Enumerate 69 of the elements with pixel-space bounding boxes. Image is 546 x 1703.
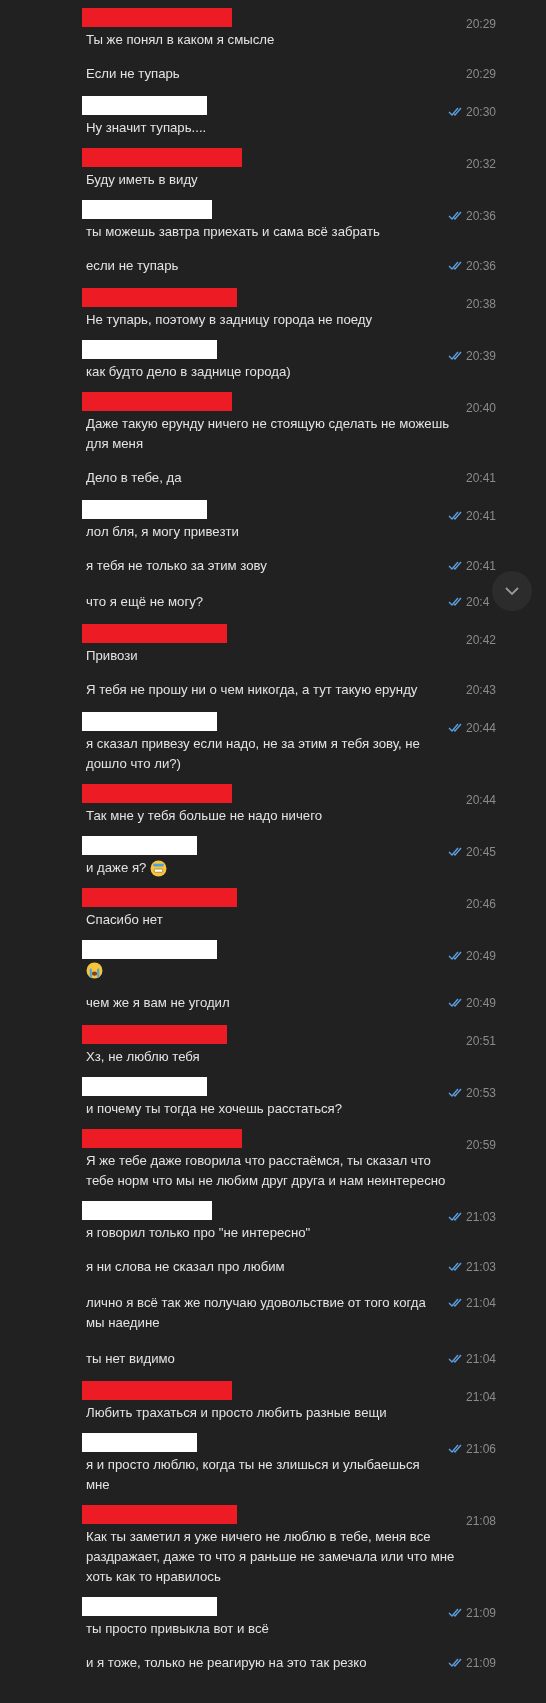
message-time: 20:59 (466, 1137, 496, 1153)
message-text: Ну значит тупарь.... (86, 119, 207, 137)
message-time: 20:46 (466, 896, 496, 912)
message-text: Не тупарь, поэтому в задницу города не поеду (86, 311, 373, 329)
message-time: 20:32 (466, 156, 496, 172)
message-text: ты нет видимо (86, 1350, 175, 1368)
scroll-down-button[interactable] (492, 571, 532, 611)
message-time: 20:45 (466, 844, 496, 860)
message-text: как будто дело в заднице города) (86, 363, 291, 381)
chevron-down-icon (505, 586, 519, 596)
message-text: Я тебя не прошу ни о чем никогда, а тут такую ерунду (86, 681, 418, 699)
message-time: 20:29 (466, 16, 496, 32)
message-text: и даже я? (86, 859, 147, 877)
message-time: 20:42 (466, 632, 496, 648)
message-time: 20:36 (466, 258, 496, 274)
message-text: Так мне у тебя больше не надо ничего (86, 807, 323, 825)
message-text: я говорил только про "не интересно" (86, 1224, 311, 1242)
message-text: я сказал привезу если надо, не за этим я тебя зову, не дошло что ли?) (86, 735, 421, 773)
message-time: 21:04 (466, 1295, 496, 1311)
message-text: Спасибо нет (86, 911, 163, 929)
message-text: Я же тебе даже говорила что расстаёмся, ты сказал что тебе норм что мы не любим друг друга и нам неинтересно (86, 1152, 447, 1190)
message-text: что я ещё не могу? (86, 593, 204, 611)
emoji-icon (86, 962, 103, 979)
message-text: Буду иметь в виду (86, 171, 198, 189)
message-time: 20:49 (466, 995, 496, 1011)
message-time: 21:09 (466, 1655, 496, 1671)
message-text: я ни слова не сказал про любим (86, 1258, 285, 1276)
message-time: 20:41 (466, 508, 496, 524)
message-time: 20:53 (466, 1085, 496, 1101)
message-time: 21:09 (466, 1605, 496, 1621)
message-time: 21:03 (466, 1259, 496, 1275)
message-text: я и просто люблю, когда ты не злишься и улыбаешься мне (86, 1456, 421, 1494)
message-text: Привози (86, 647, 138, 665)
message-time: 20:29 (466, 66, 496, 82)
message-time: 20:44 (466, 720, 496, 736)
message-time: 20:41 (466, 558, 496, 574)
message-time: 20:38 (466, 296, 496, 312)
emoji-icon (150, 859, 168, 877)
message-time: 21:04 (466, 1389, 496, 1405)
message-text: ты просто привыкла вот и всё (86, 1620, 269, 1638)
message-text: если не тупарь (86, 257, 179, 275)
message-text: Если не тупарь (86, 65, 180, 83)
message-time: 20:40 (466, 400, 496, 416)
message-time: 20:4 (466, 594, 491, 610)
message-text: Как ты заметил я уже ничего не люблю в тебе, меня все раздражает, даже то что я раньше не замечала или что мне хоть как то нравилось (86, 1528, 456, 1586)
message-time: 21:06 (466, 1441, 496, 1457)
message-time: 21:08 (466, 1513, 496, 1529)
message-text: Хз, не люблю тебя (86, 1048, 200, 1066)
message-text: и почему ты тогда не хочешь расстаться? (86, 1100, 343, 1118)
message-text: ты можешь завтра приехать и сама всё забрать (86, 223, 380, 241)
message-text: чем же я вам не угодил (86, 994, 230, 1012)
message-text: Дело в тебе, да (86, 469, 182, 487)
message-time: 21:03 (466, 1209, 496, 1225)
message-time: 20:30 (466, 104, 496, 120)
message-time: 20:39 (466, 348, 496, 364)
message-text: Любить трахаться и просто любить разные вещи (86, 1404, 387, 1422)
message-text: Ты же понял в каком я смысле (86, 31, 275, 49)
message-time: 21:04 (466, 1351, 496, 1367)
message-time: 20:44 (466, 792, 496, 808)
message-text: лично я всё так же получаю удовольствие от того когда мы наедине (86, 1294, 427, 1332)
message-time: 20:43 (466, 682, 496, 698)
message-text: и я тоже, только не реагирую на это так резко (86, 1654, 367, 1672)
message-time: 20:51 (466, 1033, 496, 1049)
message-time: 20:36 (466, 208, 496, 224)
message-text: я тебя не только за этим зову (86, 557, 267, 575)
message-text: Даже такую ерунду ничего не стоящую сделать не можешь для меня (86, 415, 451, 453)
message-text: лол бля, я могу привезти (86, 523, 239, 541)
message-time: 20:41 (466, 470, 496, 486)
message-time: 20:49 (466, 948, 496, 964)
